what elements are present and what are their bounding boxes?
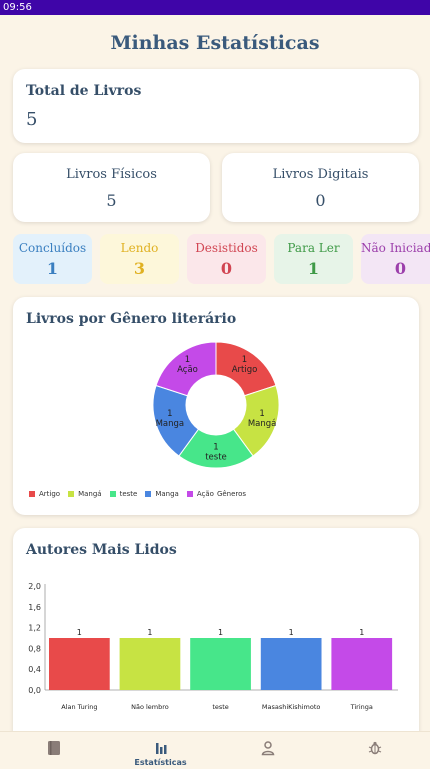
authors-bar-chart: 0,0 0,4 0,8 1,2 1,6 2,0 1 Alan Turing 1 Não lembr…: [28, 582, 398, 711]
status-chip-label: Para Ler: [287, 241, 340, 255]
donut-slice-label: 1: [242, 355, 247, 365]
x-tick-label: teste: [212, 703, 228, 711]
donut-slice-label: 1: [185, 355, 190, 365]
bar-value-label: 1: [77, 628, 82, 637]
nav-label: Estatísticas: [134, 758, 187, 767]
status-chip-value: 1: [46, 259, 59, 278]
authors-chart-card: Autores Mais Lidos 0,0 0,4 0,8 1,2 1,6 2,0 1 Al…: [13, 528, 419, 748]
donut-slice-label: Mangá: [248, 419, 277, 429]
status-chip-label: Concluídos: [18, 241, 87, 255]
bottom-nav: Estatísticas: [0, 731, 430, 769]
total-books-value: 5: [26, 109, 38, 130]
legend-item: teste: [109, 490, 138, 498]
nav-item-debug[interactable]: [321, 732, 428, 769]
person-icon: [261, 741, 274, 756]
legend-item: Artigo: [29, 490, 60, 498]
physical-books-card: Livros Físicos 5: [13, 153, 210, 222]
status-time: 09:56: [3, 2, 32, 13]
bar-value-label: 1: [359, 628, 364, 637]
genre-legend: Artigo Mangá teste Manga Ação Gêneros: [29, 490, 254, 498]
legend-item: Mangá: [68, 490, 102, 498]
status-chips-row[interactable]: Concluídos 1 Lendo 3 Desistidos 0 Para L…: [13, 234, 430, 284]
bar-value-label: 1: [289, 628, 294, 637]
physical-books-label: Livros Físicos: [66, 167, 157, 182]
status-chip-concluidos[interactable]: Concluídos 1: [13, 234, 92, 284]
bar: [331, 638, 393, 690]
status-chip-value: 3: [133, 259, 146, 278]
page-title: Minhas Estatísticas: [110, 32, 320, 54]
donut-slice-label: 1: [259, 409, 264, 419]
bar: [119, 638, 181, 690]
book-icon: [47, 741, 60, 755]
legend-label: Mangá: [78, 490, 102, 498]
status-chip-desistidos[interactable]: Desistidos 0: [187, 234, 266, 284]
bar: [260, 638, 322, 690]
status-chip-label: Lendo: [120, 241, 159, 255]
x-tick-label: MasashiKishimoto: [262, 703, 321, 711]
status-chip-label: Não Iniciados: [361, 241, 430, 255]
nav-item-profile[interactable]: [214, 732, 321, 769]
donut-slice-label: Ação: [177, 365, 198, 375]
bar-chart-icon: [155, 743, 166, 754]
donut-hole: [190, 379, 242, 431]
legend-extra-label: Gêneros: [216, 490, 247, 498]
donut-slice-label: 1: [213, 443, 218, 453]
digital-books-card: Livros Digitais 0: [222, 153, 419, 222]
status-chip-value: 0: [220, 259, 233, 278]
bar-value-label: 1: [147, 628, 152, 637]
donut-slice-label: Manga: [156, 419, 185, 429]
bug-icon: [368, 741, 381, 755]
bar-value-label: 1: [218, 628, 223, 637]
nav-item-books[interactable]: [0, 732, 107, 769]
legend-swatch: [145, 491, 152, 497]
legend-swatch: [109, 491, 116, 497]
nav-item-statistics[interactable]: Estatísticas: [107, 732, 214, 769]
status-chip-label: Desistidos: [195, 241, 258, 255]
y-tick-label: 0,4: [28, 665, 41, 674]
donut-slice-label: Artigo: [232, 365, 258, 375]
y-tick-label: 1,6: [28, 603, 41, 612]
total-books-label: Total de Livros: [26, 83, 142, 99]
legend-swatch: [186, 491, 193, 497]
genre-chart-card: Livros por Gênero literário 1 Artigo 1 Mang…: [13, 297, 419, 515]
legend-label: teste: [119, 490, 138, 498]
bar: [49, 638, 110, 690]
y-tick-label: 2,0: [28, 582, 41, 591]
status-chip-value: 0: [394, 259, 407, 278]
genre-donut-chart: 1Artigo1Mangá1teste1Manga1Ação: [152, 341, 280, 469]
legend-label: Artigo: [39, 490, 61, 498]
y-tick-label: 1,2: [28, 624, 41, 633]
status-chip-lendo[interactable]: Lendo 3: [100, 234, 179, 284]
y-tick-label: 0,8: [28, 644, 41, 653]
status-chip-value: 1: [307, 259, 320, 278]
x-tick-label: Alan Turing: [61, 703, 97, 711]
legend-item: Ação Gêneros: [186, 490, 247, 498]
y-tick-label: 0,0: [28, 686, 41, 695]
bar: [190, 638, 251, 690]
digital-books-label: Livros Digitais: [272, 167, 369, 182]
x-tick-label: Não lembro: [131, 703, 169, 711]
donut-slice-label: 1: [167, 409, 172, 419]
legend-item: Manga: [145, 490, 179, 498]
legend-swatch: [68, 491, 75, 497]
status-bar: 09:56: [0, 0, 430, 15]
status-chip-nao-iniciados[interactable]: Não Iniciados 0: [361, 234, 430, 284]
status-chip-para-ler[interactable]: Para Ler 1: [274, 234, 353, 284]
donut-slice-label: teste: [205, 453, 227, 463]
legend-swatch: [29, 491, 35, 497]
total-books-card: Total de Livros 5: [13, 69, 419, 143]
legend-label: Ação: [196, 490, 214, 498]
x-tick-label: Tiringa: [350, 703, 373, 711]
legend-label: Manga: [155, 490, 179, 498]
digital-books-value: 0: [315, 191, 326, 210]
physical-books-value: 5: [106, 191, 117, 210]
